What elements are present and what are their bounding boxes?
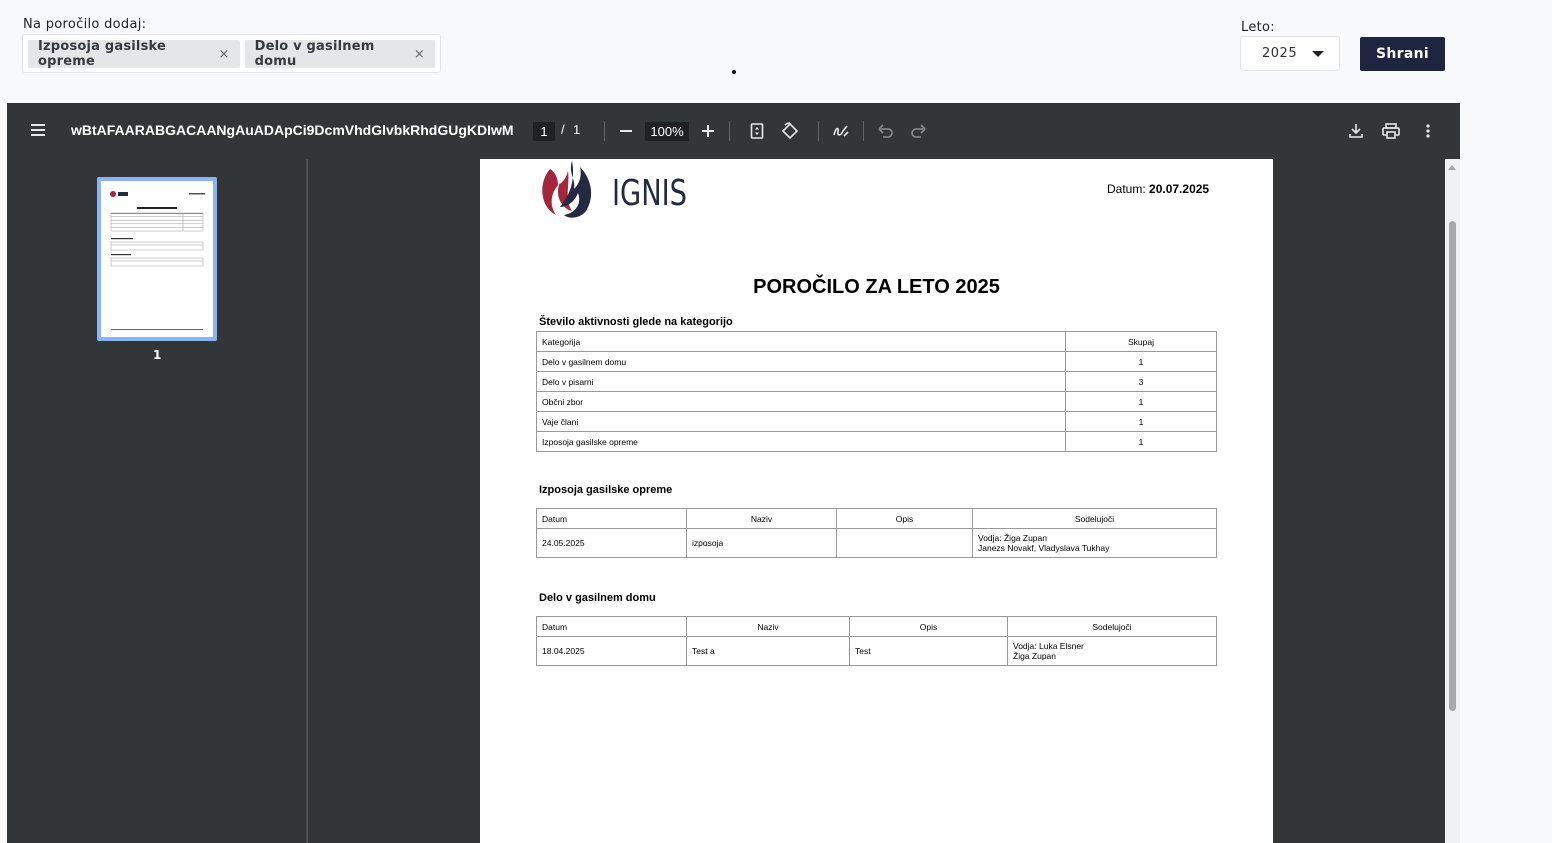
year-value: 2025 bbox=[1262, 46, 1298, 61]
remove-chip-icon[interactable]: × bbox=[219, 47, 230, 62]
year-label: Leto: bbox=[1241, 20, 1275, 35]
annotate-icon[interactable] bbox=[830, 121, 852, 141]
column-header: Opis bbox=[836, 508, 973, 529]
table-cell: 1 bbox=[1065, 411, 1217, 432]
column-header: Sodelujoči bbox=[1007, 616, 1217, 637]
zoom-out-icon[interactable] bbox=[616, 121, 636, 141]
table-cell: 1 bbox=[1065, 351, 1217, 372]
fit-page-icon[interactable] bbox=[747, 121, 767, 141]
toolbar-divider bbox=[818, 121, 819, 141]
column-header: Opis bbox=[849, 616, 1008, 637]
vertical-scrollbar[interactable] bbox=[1445, 159, 1460, 843]
table-cell: Občni zbor bbox=[536, 391, 1066, 412]
chip-izposoja: Izposoja gasilske opreme × bbox=[28, 39, 240, 69]
section-title: Izposoja gasilske opreme bbox=[539, 484, 673, 496]
print-icon[interactable] bbox=[1381, 121, 1401, 141]
category-count-table: Kategorija Skupaj Delo v gasilnem domu 1 … bbox=[536, 331, 1217, 452]
pdf-page: IGNIS Datum: 20.07.2025 POROČILO ZA LETO… bbox=[480, 159, 1273, 843]
table-row: 24.05.2025 izposoja Vodja: Žiga Zupan Ja… bbox=[536, 528, 1217, 558]
table-row: Delo v pisarni 3 bbox=[536, 371, 1217, 392]
undo-icon[interactable] bbox=[876, 121, 896, 141]
column-header: Naziv bbox=[686, 508, 837, 529]
section-title: Število aktivnosti glede na kategorijo bbox=[539, 316, 733, 328]
report-date: Datum: 20.07.2025 bbox=[1107, 182, 1209, 196]
table-cell: 18.04.2025 bbox=[536, 636, 687, 666]
table-cell: 3 bbox=[1065, 371, 1217, 392]
table-cell: izposoja bbox=[686, 528, 837, 558]
category-multiselect[interactable]: Izposoja gasilske opreme × Delo v gasiln… bbox=[22, 34, 441, 73]
download-icon[interactable] bbox=[1346, 121, 1366, 141]
thumbnail-page-number: 1 bbox=[153, 348, 162, 362]
izposoja-table: Datum Naziv Opis Sodelujoči 24.05.2025 i… bbox=[536, 508, 1217, 558]
report-title: POROČILO ZA LETO 2025 bbox=[753, 276, 1000, 298]
column-header: Sodelujoči bbox=[972, 508, 1217, 529]
table-row: Vaje člani 1 bbox=[536, 411, 1217, 432]
zoom-input[interactable]: 100% bbox=[645, 122, 689, 141]
column-header: Skupaj bbox=[1065, 331, 1217, 352]
table-cell: Izposoja gasilske opreme bbox=[536, 431, 1066, 452]
section-title: Delo v gasilnem domu bbox=[539, 592, 656, 604]
leader-line: Vodja: Luka Elsner bbox=[1013, 641, 1084, 651]
table-cell: 24.05.2025 bbox=[536, 528, 687, 558]
table-cell: Test a bbox=[686, 636, 850, 666]
chip-delo: Delo v gasilnem domu × bbox=[244, 39, 435, 69]
table-cell: Delo v pisarni bbox=[536, 371, 1066, 392]
rotate-icon[interactable] bbox=[779, 121, 801, 141]
scroll-up-icon[interactable] bbox=[1448, 165, 1456, 170]
ignis-logo: IGNIS bbox=[538, 161, 698, 219]
table-header-row: Datum Naziv Opis Sodelujoči bbox=[536, 616, 1217, 637]
year-select[interactable]: 2025 bbox=[1240, 36, 1340, 71]
column-header: Datum bbox=[536, 508, 687, 529]
table-header-row: Datum Naziv Opis Sodelujoči bbox=[536, 508, 1217, 529]
table-cell: 1 bbox=[1065, 391, 1217, 412]
pdf-toolbar: wBtAFAARABGACAANgAuADApCi9DcmVhdGlvbkRhd… bbox=[7, 103, 1460, 159]
table-cell: Test bbox=[849, 636, 1008, 666]
table-cell bbox=[836, 528, 973, 558]
members-line: Janezs Novakf, Vladyslava Tukhay bbox=[978, 543, 1110, 553]
add-to-report-label: Na poročilo dodaj: bbox=[23, 17, 147, 32]
table-row: Občni zbor 1 bbox=[536, 391, 1217, 412]
page-thumbnail[interactable] bbox=[97, 177, 217, 341]
page-separator: / bbox=[561, 122, 565, 137]
zoom-in-icon[interactable] bbox=[698, 121, 718, 141]
more-icon[interactable] bbox=[1418, 121, 1438, 141]
thumbnail-sidebar: 1 bbox=[7, 159, 307, 843]
scrollbar-thumb[interactable] bbox=[1449, 221, 1456, 711]
table-cell: Vaje člani bbox=[536, 411, 1066, 432]
chip-label: Izposoja gasilske opreme bbox=[38, 39, 167, 69]
document-title: wBtAFAARABGACAANgAuADApCi9DcmVhdGlvbkRhd… bbox=[71, 122, 513, 138]
delo-table: Datum Naziv Opis Sodelujoči 18.04.2025 T… bbox=[536, 616, 1217, 666]
pdf-viewer: wBtAFAARABGACAANgAuADApCi9DcmVhdGlvbkRhd… bbox=[7, 103, 1460, 843]
page-total: 1 bbox=[573, 122, 581, 137]
leader-line: Vodja: Žiga Zupan bbox=[978, 533, 1047, 543]
table-row: Izposoja gasilske opreme 1 bbox=[536, 431, 1217, 452]
logo-text: IGNIS bbox=[612, 173, 687, 214]
table-row: 18.04.2025 Test a Test Vodja: Luka Elsne… bbox=[536, 636, 1217, 666]
save-button[interactable]: Shrani bbox=[1360, 37, 1445, 71]
chip-label: Delo v gasilnem domu bbox=[254, 39, 375, 69]
cursor-dot bbox=[732, 70, 736, 74]
table-header-row: Kategorija Skupaj bbox=[536, 331, 1217, 352]
page-number-input[interactable]: 1 bbox=[533, 122, 555, 141]
date-value: 20.07.2025 bbox=[1149, 182, 1210, 196]
remove-chip-icon[interactable]: × bbox=[414, 47, 425, 62]
caret-down-icon bbox=[1312, 51, 1324, 57]
menu-icon[interactable] bbox=[29, 121, 49, 141]
table-cell: Delo v gasilnem domu bbox=[536, 351, 1066, 372]
column-header: Datum bbox=[536, 616, 687, 637]
toolbar-divider bbox=[604, 121, 605, 141]
redo-icon[interactable] bbox=[908, 121, 928, 141]
participants-cell: Vodja: Luka Elsner Žiga Zupan bbox=[1007, 636, 1217, 666]
date-label: Datum: bbox=[1107, 182, 1146, 196]
column-header: Kategorija bbox=[536, 331, 1066, 352]
column-header: Naziv bbox=[686, 616, 850, 637]
table-cell: 1 bbox=[1065, 431, 1217, 452]
toolbar-divider bbox=[729, 121, 730, 141]
members-line: Žiga Zupan bbox=[1013, 651, 1056, 661]
table-row: Delo v gasilnem domu 1 bbox=[536, 351, 1217, 372]
participants-cell: Vodja: Žiga Zupan Janezs Novakf, Vladysl… bbox=[972, 528, 1217, 558]
toolbar-divider bbox=[863, 121, 864, 141]
